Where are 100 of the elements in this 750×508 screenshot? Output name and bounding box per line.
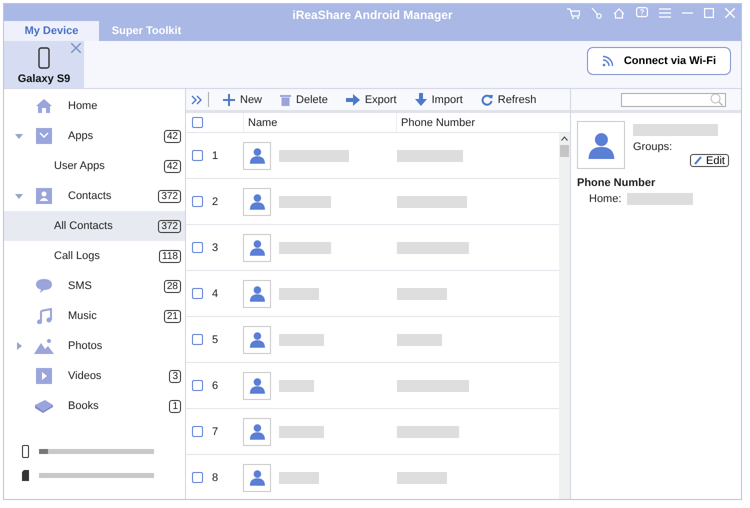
redacted-name [279, 334, 324, 346]
toolbar-button[interactable]: Export [340, 94, 403, 106]
maximize-icon[interactable] [704, 8, 714, 18]
redacted-name [279, 150, 349, 162]
toolbar-button[interactable]: Import [408, 93, 469, 106]
row-number: 3 [212, 242, 218, 254]
redacted-name [279, 472, 319, 484]
select-all-checkbox[interactable] [192, 117, 203, 128]
right-arrow-icon [346, 94, 360, 106]
column-header[interactable]: Phone Number [396, 113, 570, 132]
count-badge: 28 [164, 280, 181, 292]
avatar-icon [243, 142, 271, 170]
music-note-icon [36, 308, 52, 324]
close-icon[interactable] [71, 43, 81, 53]
menu-icon[interactable] [659, 8, 671, 18]
scrollbar[interactable] [559, 133, 570, 499]
pencil-icon [694, 156, 702, 165]
row-number: 4 [212, 288, 218, 300]
sidebar-subitem[interactable]: All Contacts 372 [4, 211, 185, 241]
scroll-up-icon[interactable] [561, 136, 568, 141]
contact-icon [36, 188, 52, 204]
redacted-phone [397, 426, 459, 438]
cart-icon[interactable] [567, 8, 580, 18]
redacted-phone [397, 196, 467, 208]
avatar-icon [243, 188, 271, 216]
contact-photo-icon [577, 121, 625, 169]
row-number: 8 [212, 472, 218, 484]
search-field[interactable] [621, 92, 726, 106]
double-chevron-icon[interactable] [191, 94, 202, 104]
avatar-icon [243, 464, 271, 492]
redacted-name [279, 426, 324, 438]
redacted-name [279, 288, 319, 300]
sidebar-item[interactable]: Apps [68, 130, 164, 142]
help-icon[interactable] [636, 7, 648, 19]
avatar-icon [243, 372, 271, 400]
redacted-phone [397, 150, 463, 162]
down-arrow-icon [414, 93, 427, 106]
scroll-thumb[interactable] [560, 145, 569, 157]
plus-icon [223, 94, 235, 106]
row-checkbox[interactable] [192, 334, 203, 345]
row-number: 6 [212, 380, 218, 392]
redacted-phone [397, 242, 469, 254]
count-badge: 42 [164, 160, 181, 172]
sd-card-icon [22, 470, 29, 481]
sidebar-item[interactable]: Music [68, 310, 164, 322]
avatar-icon [243, 234, 271, 262]
expanded-arrow-icon[interactable] [15, 134, 23, 138]
row-checkbox[interactable] [192, 288, 203, 299]
minimize-icon[interactable] [682, 12, 693, 14]
toolbar-button[interactable]: Refresh [474, 94, 542, 106]
redacted-phone [397, 288, 447, 300]
sidebar-item[interactable]: Books [68, 400, 170, 412]
row-checkbox[interactable] [192, 472, 203, 483]
toolbar-button[interactable]: Delete [274, 94, 334, 106]
count-badge: 3 [169, 370, 181, 382]
count-badge: 372 [158, 190, 181, 202]
collapsed-arrow-icon[interactable] [16, 342, 22, 350]
sidebar-item[interactable]: SMS [68, 280, 164, 292]
row-checkbox[interactable] [192, 196, 203, 207]
toolbar-button[interactable]: New [217, 94, 268, 106]
sidebar-subitem[interactable]: Call Logs 118 [4, 241, 185, 271]
window-title: iReaShare Android Manager [291, 8, 454, 22]
connect-wifi-button[interactable]: Connect via Wi-Fi [586, 47, 731, 75]
redacted-name [279, 196, 331, 208]
search-icon [710, 93, 723, 106]
count-badge: 42 [164, 130, 181, 142]
section-title: Phone Number [576, 176, 656, 191]
column-header[interactable]: Name [243, 113, 396, 132]
row-checkbox[interactable] [192, 426, 203, 437]
sidebar-item[interactable]: Contacts [68, 190, 158, 202]
count-badge: 1 [169, 400, 181, 412]
sidebar-item[interactable]: Photos [68, 340, 181, 352]
redacted-name [279, 242, 331, 254]
redacted-phone [627, 193, 694, 205]
sidebar-item[interactable]: Videos [68, 370, 170, 382]
mountain-icon [34, 338, 54, 354]
sidebar-item[interactable]: Home [68, 100, 181, 112]
refresh-icon [480, 94, 493, 106]
sidebar-subitem[interactable]: User Apps 42 [4, 151, 185, 181]
row-number: 5 [212, 334, 218, 346]
row-number: 7 [212, 426, 218, 438]
redacted-phone [397, 334, 442, 346]
tab[interactable]: My Device [4, 21, 99, 41]
row-checkbox[interactable] [192, 380, 203, 391]
home-label: Home: [589, 193, 622, 205]
edit-button[interactable]: Edit [690, 154, 729, 167]
avatar-icon [243, 326, 271, 354]
chat-bubble-icon [35, 278, 53, 294]
row-checkbox[interactable] [192, 242, 203, 253]
row-number: 1 [212, 150, 218, 162]
count-badge: 118 [159, 250, 181, 262]
row-checkbox[interactable] [192, 150, 203, 161]
avatar-icon [243, 280, 271, 308]
phone-icon [38, 47, 50, 69]
book-icon [34, 398, 54, 414]
expanded-arrow-icon[interactable] [15, 194, 23, 198]
groups-label: Groups: [633, 141, 674, 153]
device-tab[interactable]: Galaxy S9 [4, 41, 84, 88]
home-icon[interactable] [613, 8, 625, 18]
bag-icon [36, 128, 52, 144]
